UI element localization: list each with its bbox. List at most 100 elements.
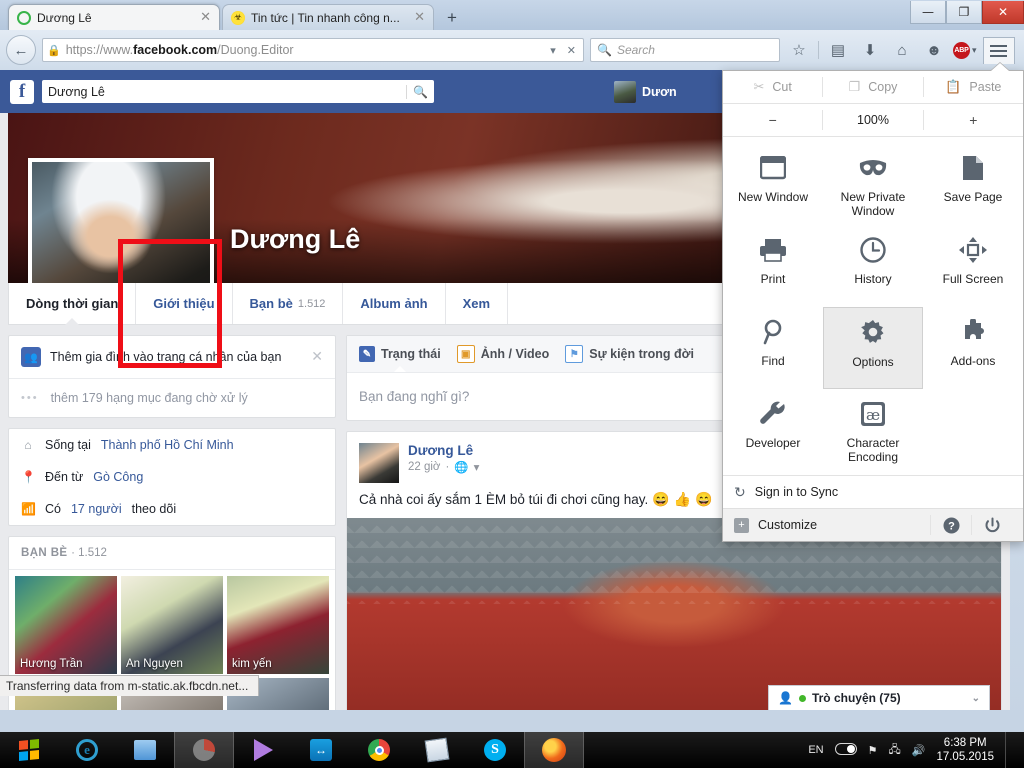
close-window-button[interactable]: ✕ bbox=[982, 1, 1024, 24]
clock[interactable]: 6:38 PM 17.05.2015 bbox=[936, 736, 994, 765]
menu-item-save-page[interactable]: Save Page bbox=[923, 143, 1023, 225]
post-author[interactable]: Dương Lê bbox=[408, 443, 479, 458]
close-icon[interactable]: ✕ bbox=[311, 349, 323, 365]
tab-timeline[interactable]: Dòng thời gian bbox=[9, 283, 136, 324]
tab-photos[interactable]: Album ảnh bbox=[343, 283, 445, 324]
home-icon[interactable]: ⌂ bbox=[889, 37, 915, 63]
browser-tab-1[interactable]: ☣ Tin tức | Tin nhanh công n... ✕ bbox=[222, 4, 434, 30]
power-icon[interactable] bbox=[972, 511, 1012, 539]
menu-item-history[interactable]: History bbox=[823, 225, 923, 307]
search-bar[interactable]: 🔍 Search bbox=[590, 38, 780, 62]
tab-about[interactable]: Giới thiệu bbox=[136, 283, 232, 324]
composer-tab-life-event[interactable]: ⚑ Sự kiện trong đời bbox=[565, 345, 694, 363]
intro-link[interactable]: Thành phố Hồ Chí Minh bbox=[101, 438, 234, 452]
toggle-icon[interactable] bbox=[835, 743, 857, 758]
zoom-level[interactable]: 100% bbox=[823, 113, 922, 127]
copy-icon: ❐ bbox=[849, 79, 861, 95]
menu-footer-buttons: ? bbox=[930, 511, 1012, 539]
flag-icon[interactable]: ⚑ bbox=[868, 744, 878, 757]
menu-item-new-private-window[interactable]: New Private Window bbox=[823, 143, 923, 225]
chevron-down-icon[interactable]: ▾ bbox=[474, 460, 480, 474]
paste-button[interactable]: 📋 Paste bbox=[924, 79, 1023, 95]
profile-photo[interactable] bbox=[28, 158, 214, 283]
stop-loading-icon[interactable]: ✕ bbox=[564, 44, 579, 57]
volume-icon[interactable]: 🔊 bbox=[912, 744, 926, 757]
search-icon[interactable]: 🔍 bbox=[406, 85, 428, 99]
back-arrow-icon[interactable]: ← bbox=[6, 35, 36, 65]
firefox-menu-panel: ✂ Cut ❐ Copy 📋 Paste − 100% + bbox=[722, 70, 1024, 542]
avatar[interactable] bbox=[359, 443, 399, 483]
cut-button[interactable]: ✂ Cut bbox=[723, 79, 822, 95]
clock-date: 17.05.2015 bbox=[936, 750, 994, 764]
chevron-up-icon[interactable]: ⌄ bbox=[972, 693, 980, 704]
zoom-in-button[interactable]: + bbox=[924, 112, 1023, 128]
friend-tile[interactable]: An Nguyen bbox=[121, 576, 223, 674]
copy-button[interactable]: ❐ Copy bbox=[823, 79, 922, 95]
browser-tab-0[interactable]: Dương Lê ✕ bbox=[8, 4, 220, 30]
facebook-nav-user[interactable]: Dươn bbox=[614, 81, 677, 103]
composer-tab-status[interactable]: ✎ Trạng thái bbox=[359, 346, 441, 362]
friend-tile[interactable]: Hương Trần bbox=[15, 576, 117, 674]
post-time[interactable]: 22 giờ bbox=[408, 461, 440, 473]
new-tab-button[interactable]: + bbox=[440, 7, 464, 29]
intro-link[interactable]: Gò Công bbox=[93, 470, 143, 484]
clipboard-icon: 📋 bbox=[945, 79, 961, 95]
menu-item-find[interactable]: Find bbox=[723, 307, 823, 389]
taskbar-firefox[interactable] bbox=[524, 732, 584, 768]
customize-label[interactable]: Customize bbox=[758, 518, 817, 532]
start-button[interactable] bbox=[0, 732, 58, 768]
taskbar-chrome[interactable] bbox=[350, 732, 408, 768]
chat-bar[interactable]: 👤 Trò chuyện (75) ⌄ bbox=[768, 685, 990, 710]
menu-item-new-window[interactable]: New Window bbox=[723, 143, 823, 225]
facebook-logo-icon[interactable]: f bbox=[10, 80, 34, 104]
close-icon[interactable]: ✕ bbox=[414, 11, 425, 24]
sign-in-to-sync-row[interactable]: ↻ Sign in to Sync bbox=[723, 476, 1023, 508]
taskbar-internet-explorer[interactable]: e bbox=[58, 732, 116, 768]
facebook-search-input[interactable]: Dương Lê 🔍 bbox=[42, 80, 434, 103]
intro-link[interactable]: 17 người bbox=[71, 502, 122, 516]
language-indicator[interactable]: EN bbox=[808, 744, 823, 756]
menu-item-add-ons[interactable]: Add-ons bbox=[923, 307, 1023, 389]
tab-friends[interactable]: Bạn bè 1.512 bbox=[233, 283, 344, 324]
restore-button[interactable]: ❐ bbox=[946, 1, 982, 24]
chat-bubble-icon[interactable]: ☻ bbox=[921, 37, 947, 63]
taskbar-media-player[interactable] bbox=[234, 732, 292, 768]
windows-taskbar: e ↔ S EN ⚑ 🖧 🔊 6:38 PM 17.05.2015 bbox=[0, 732, 1024, 768]
chevron-down-icon[interactable]: ▾ bbox=[547, 44, 559, 57]
friends-card-title: BẠN BÈ bbox=[21, 547, 68, 559]
svg-text:?: ? bbox=[948, 520, 955, 532]
close-icon[interactable]: ✕ bbox=[200, 11, 211, 24]
post-photo[interactable] bbox=[347, 518, 1001, 710]
hamburger-menu-icon[interactable] bbox=[983, 37, 1015, 64]
taskbar-app-loading[interactable] bbox=[174, 732, 234, 768]
chevron-down-icon[interactable]: ▾ bbox=[972, 45, 977, 56]
friend-tile[interactable]: kim yến bbox=[227, 576, 329, 674]
taskbar-notepad[interactable] bbox=[408, 732, 466, 768]
minimize-button[interactable]: — bbox=[910, 1, 946, 24]
tab-more[interactable]: Xem bbox=[446, 283, 508, 324]
online-status-dot bbox=[799, 695, 806, 702]
zoom-out-button[interactable]: − bbox=[723, 112, 822, 128]
downloads-arrow-icon[interactable]: ⬇ bbox=[857, 37, 883, 63]
reader-list-icon[interactable]: ▤ bbox=[825, 37, 851, 63]
show-desktop-button[interactable] bbox=[1005, 732, 1016, 768]
menu-item-developer[interactable]: Developer bbox=[723, 389, 823, 471]
network-icon[interactable]: 🖧 bbox=[888, 741, 900, 760]
taskbar-skype[interactable]: S bbox=[466, 732, 524, 768]
address-bar[interactable]: 🔒 https://www.facebook.com/Duong.Editor … bbox=[42, 38, 584, 62]
menu-item-print[interactable]: Print bbox=[723, 225, 823, 307]
menu-item-character-encoding[interactable]: æ Character Encoding bbox=[823, 389, 923, 471]
pending-items-row[interactable]: ••• thêm 179 hạng mục đang chờ xử lý bbox=[9, 378, 335, 417]
taskbar-teamviewer[interactable]: ↔ bbox=[292, 732, 350, 768]
taskbar-file-explorer[interactable] bbox=[116, 732, 174, 768]
friend-name: kim yến bbox=[232, 658, 272, 670]
globe-icon[interactable]: 🌐 bbox=[454, 460, 468, 474]
bookmark-star-icon[interactable]: ☆ bbox=[786, 37, 812, 63]
adblock-plus-icon[interactable]: ABP bbox=[953, 42, 970, 59]
composer-tab-photo[interactable]: ▣ Ảnh / Video bbox=[457, 345, 550, 363]
family-suggestion-row[interactable]: 👥 Thêm gia đình vào trang cá nhân của bạ… bbox=[9, 336, 335, 378]
help-question-icon[interactable]: ? bbox=[931, 511, 971, 539]
loading-circle-icon bbox=[193, 739, 215, 761]
menu-item-full-screen[interactable]: Full Screen bbox=[923, 225, 1023, 307]
menu-item-options[interactable]: Options bbox=[823, 307, 923, 389]
